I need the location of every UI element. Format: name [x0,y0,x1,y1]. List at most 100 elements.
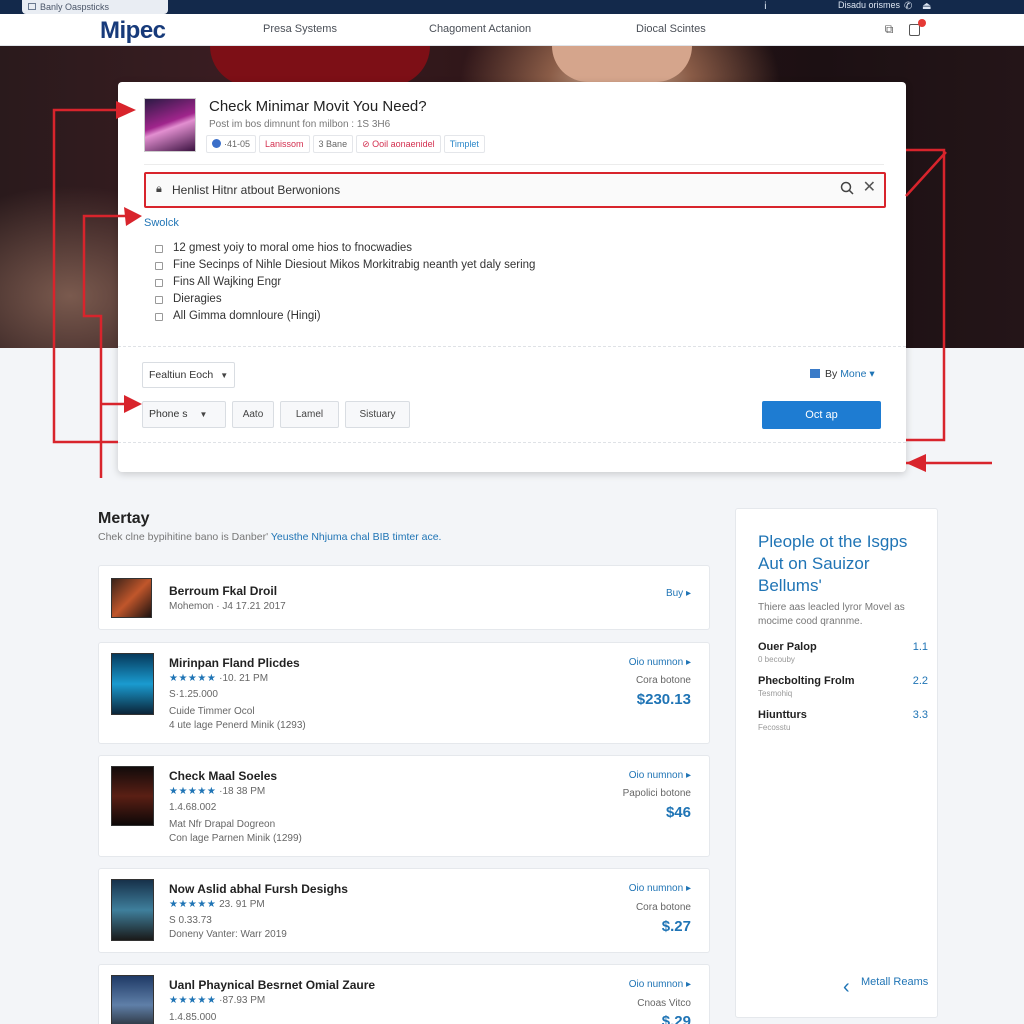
result-meta: Cuide Timmer Ocol [169,706,255,717]
result-rating: ★★★★★ ·18 38 PM [169,786,266,797]
divider [118,346,906,347]
divider [144,164,884,165]
chevron-down-icon: ▼ [199,410,208,419]
price: $46 [665,804,691,821]
movie-poster-thumb[interactable] [144,98,196,152]
hero-figure-face [552,46,692,82]
suggestion-item[interactable]: Fine Secinps of Nihle Diesiout Mikos Mor… [155,259,535,276]
result-card[interactable]: Uanl Phaynical Besrnet Omial Zaure ★★★★★… [98,964,710,1024]
close-icon[interactable]: ✕ [863,179,876,197]
globe-icon [212,139,221,148]
movie-poster-thumb[interactable] [111,653,154,715]
checkbox[interactable] [155,279,163,287]
checkbox[interactable] [155,262,163,270]
browser-top-strip: Banly Oaspsticks ⅰ Disadu orismes ✆ ⏏ [0,0,1024,14]
primary-action-button[interactable]: Oct ap [762,401,881,429]
filter-dropdown[interactable]: Fealtiun Eoch ▼ [142,362,236,388]
result-title[interactable]: Uanl Phaynical Besrnet Omial Zaure [169,978,375,992]
checkbox[interactable] [155,296,163,304]
nav-link-diocal[interactable]: Diocal Scintes [636,23,706,35]
movie-poster-thumb[interactable] [111,975,154,1024]
lock-icon: 🔒︎ [156,183,162,195]
chip-lanissom[interactable]: Lanissom [259,135,310,153]
chip-timplet[interactable]: Timplet [443,135,485,153]
price: $.29 [661,1013,691,1024]
result-title[interactable]: Berroum Fkal Droil [169,584,277,598]
result-meta: 4 ute lage Penerd Minik (1293) [169,720,306,731]
bookmark-icon[interactable]: ⧉ [882,22,896,36]
checkbox[interactable] [155,245,163,253]
search-input[interactable] [172,180,792,200]
sort-by-control[interactable]: By Mone ▾ [810,368,875,380]
people-panel: Pleople ot the Isgps Aut on Sauizor Bell… [735,508,938,1018]
site-logo[interactable]: Mipec [100,17,166,45]
price: $230.13 [636,691,691,708]
result-card[interactable]: Now Aslid abhal Fursh Desighs ★★★★★ 23. … [98,868,710,953]
hero-figure-hat [210,46,430,86]
result-card[interactable]: Berroum Fkal Droil Mohemon · J4 17.21 20… [98,565,710,630]
result-title[interactable]: Mirinpan Fland Plicdes [169,656,300,670]
suggestion-item[interactable]: All Gimma domnloure (Hingi) [155,310,535,327]
info-icon: ⅰ [764,1,767,12]
result-meta: Doneny Vanter: Warr 2019 [169,929,287,940]
movie-poster-thumb[interactable] [111,578,152,618]
chevron-down-icon: ▼ [220,371,229,380]
suggestion-item[interactable]: Fins All Wajking Engr [155,276,535,293]
panel-item[interactable]: Ouer Palop 0 becouby 1.1 [758,641,928,664]
search-icon[interactable] [840,181,854,195]
checkbox[interactable] [155,313,163,321]
result-card[interactable]: Check Maal Soeles ★★★★★ ·18 38 PM 1.4.68… [98,755,710,857]
filter-button-sistuary[interactable]: Sistuary [345,401,410,428]
result-rating: ★★★★★ ·10. 21 PM [169,673,269,684]
price-label: Papolici botone [622,788,691,799]
result-title[interactable]: Check Maal Soeles [169,769,277,783]
movie-poster-thumb[interactable] [111,879,154,941]
top-right-text[interactable]: Disadu orismes [838,0,900,10]
divider [118,442,906,443]
result-rating: ★★★★★ 23. 91 PM [169,899,265,910]
filter-button-aato[interactable]: Aato [232,401,274,428]
tab-label: Banly Oaspsticks [40,2,110,12]
result-card[interactable]: Mirinpan Fland Plicdes ★★★★★ ·10. 21 PM … [98,642,710,744]
buy-link[interactable]: Buy ▸ [666,588,691,599]
result-meta: S·1.25.000 [169,689,218,700]
panel-item[interactable]: Phecbolting Frolm Tesmohiq 2.2 [758,675,928,698]
panel-more-link[interactable]: ‹ Metall Reams [843,975,928,997]
phone-dropdown[interactable]: Phone s ▼ [142,401,226,428]
rating-stars: ★★★★★ [169,786,217,797]
nav-link-chagoment[interactable]: Chagoment Actanion [429,23,531,35]
result-rating: ★★★★★ ·87.93 PM [169,995,266,1006]
filter-button-lamel[interactable]: Lamel [280,401,339,428]
search-box[interactable]: 🔒︎ ✕ [144,172,886,208]
play-icon: ▸ [685,883,691,894]
result-meta: Mat Nfr Drapal Dogreon [169,819,276,830]
chip-count[interactable]: ·41-05 [206,135,257,153]
panel-description: Thiere aas leacled lyror Movel as mocime… [758,602,905,627]
suggestion-item[interactable]: Dieragies [155,293,535,310]
result-link[interactable]: Oio numnon ▸ [629,770,691,781]
suggestions-label: Swolck [144,217,179,229]
section-subtitle-link[interactable]: Yeusthe Nhjuma chal BIB timter ace. [271,531,442,543]
browser-tab[interactable]: Banly Oaspsticks [22,0,168,14]
panel-item[interactable]: Hiuntturs Fecosstu 3.3 [758,709,928,732]
result-meta: Mohemon · J4 17.21 2017 [169,601,286,612]
main-navbar: Mipec Presa Systems Chagoment Actanion D… [0,14,1024,46]
chip-bane[interactable]: 3 Bane [312,135,354,153]
rating-stars: ★★★★★ [169,673,217,684]
result-title[interactable]: Now Aslid abhal Fursh Desighs [169,882,348,896]
result-link[interactable]: Oio numnon ▸ [629,657,691,668]
tab-page-icon [28,3,36,10]
nav-link-press-systems[interactable]: Presa Systems [263,23,337,35]
phone-icon[interactable]: ✆ [904,1,912,12]
rating-stars: ★★★★★ [169,899,217,910]
card-title: Check Minimar Movit You Need? [209,98,427,115]
user-icon[interactable]: ⏏ [922,1,931,12]
panel-title: Pleople ot the Isgps Aut on Sauizor Bell… [758,532,908,595]
result-link[interactable]: Oio numnon ▸ [629,883,691,894]
chip-ooil[interactable]: ⊘ Ooil aonaenidel [356,135,441,153]
movie-poster-thumb[interactable] [111,766,154,826]
result-link[interactable]: Oio numnon ▸ [629,979,691,990]
result-meta: Con lage Parnen Minik (1299) [169,833,302,844]
play-icon: ▸ [685,588,691,599]
suggestion-item[interactable]: 12 gmest yoiy to moral ome hios to fnocw… [155,242,535,259]
